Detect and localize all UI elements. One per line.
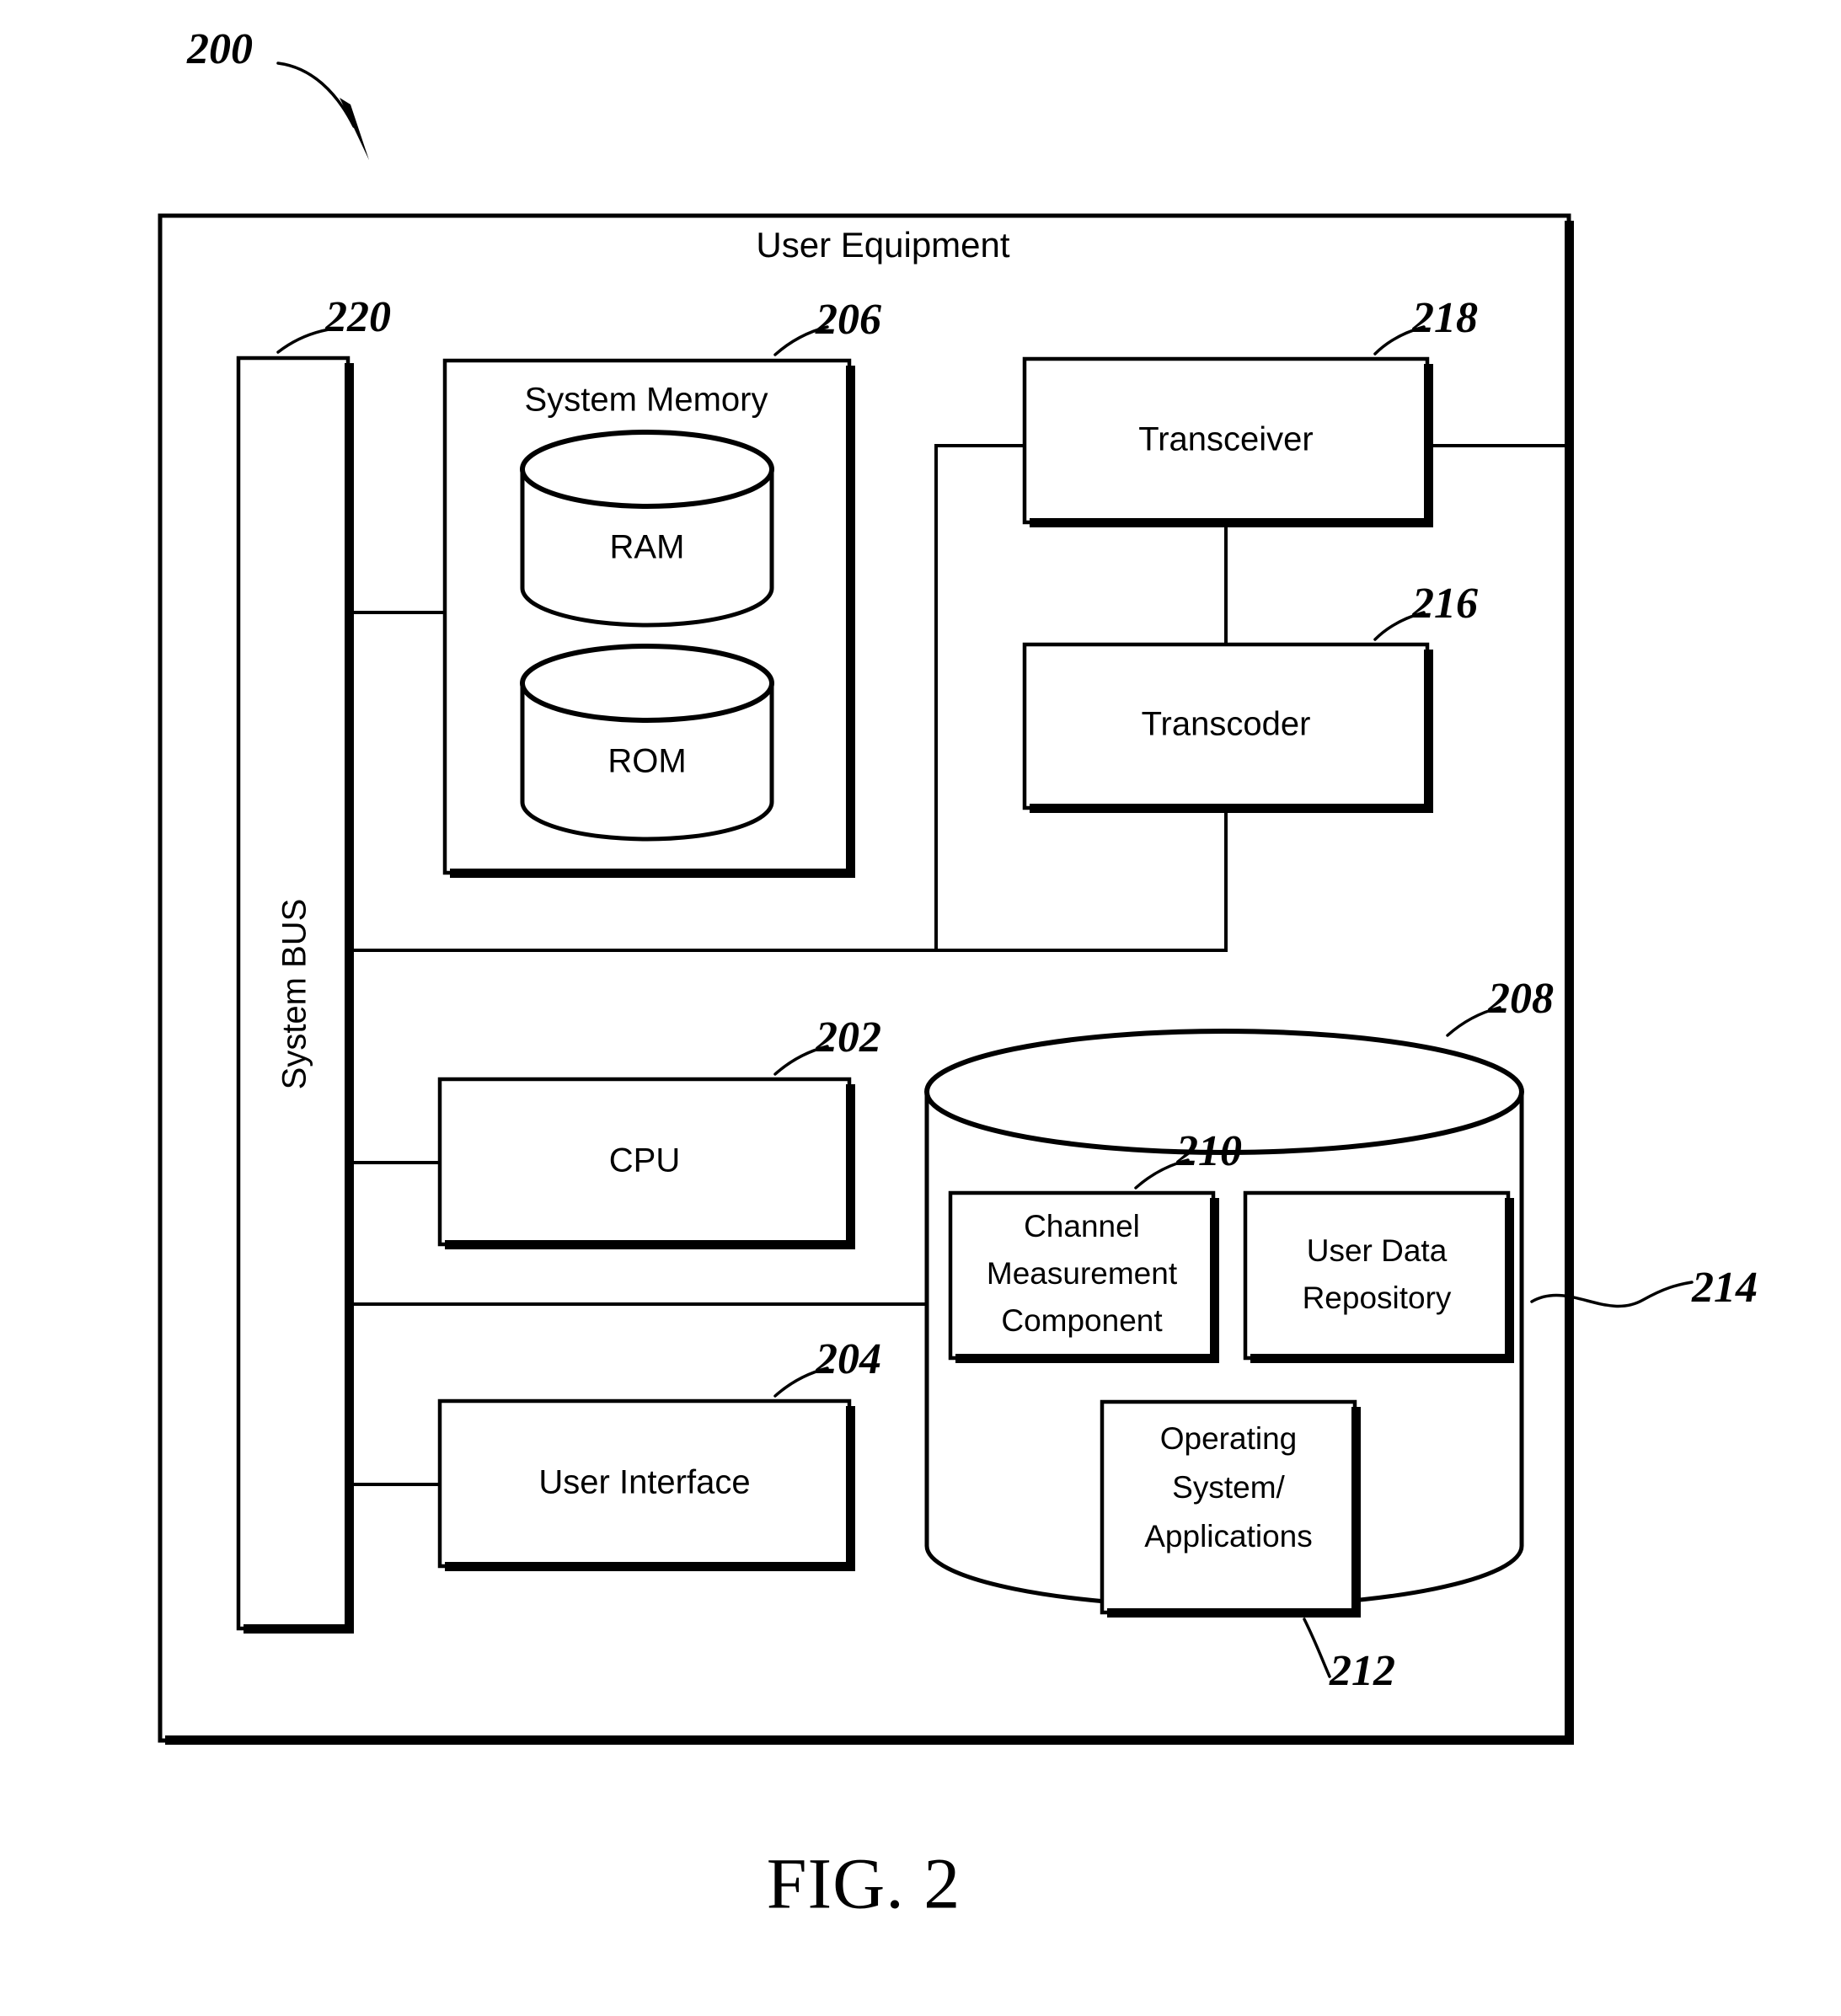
system-memory-label: System Memory (525, 382, 768, 419)
channel-measurement-shadow-bottom (955, 1354, 1218, 1363)
transcoder-shadow-bottom (1030, 804, 1432, 813)
user-data-repository-block: User Data Repository 214 (1243, 1190, 1758, 1363)
patent-figure: 200 User Equipment System BUS 220 System… (0, 0, 1841, 2016)
channel-measurement-line1: Channel (1024, 1209, 1140, 1243)
transceiver-label: Transceiver (1138, 421, 1313, 458)
operating-system-shadow-right (1351, 1407, 1361, 1618)
rom-label: ROM (607, 743, 686, 780)
ref-216-label: 216 (1411, 580, 1478, 628)
ref-210-label: 210 (1175, 1127, 1242, 1175)
ref-200-leader-line (276, 61, 356, 128)
user-equipment-box-shadow-bottom (165, 1735, 1574, 1745)
operating-system-line2: System/ (1172, 1470, 1285, 1505)
transcoder-label: Transcoder (1142, 706, 1311, 743)
ram-label: RAM (610, 529, 685, 566)
system-bus-shadow-right (345, 363, 354, 1634)
ref-208-label: 208 (1487, 975, 1554, 1023)
system-memory-shadow-right (846, 366, 855, 878)
figure-caption: FIG. 2 (767, 1843, 961, 1924)
system-memory-shadow-bottom (450, 869, 854, 878)
user-data-repository-box (1243, 1190, 1511, 1361)
system-bus-shadow-bottom (244, 1624, 353, 1634)
ref-206-label: 206 (815, 296, 881, 344)
user-data-repository-line1: User Data (1307, 1233, 1448, 1268)
system-memory-block: System Memory 206 RAM ROM (442, 296, 881, 878)
cpu-label: CPU (609, 1142, 680, 1179)
transcoder-shadow-right (1424, 650, 1433, 813)
ref-214-label: 214 (1691, 1264, 1758, 1312)
ref-204-label: 204 (815, 1335, 881, 1383)
user-data-repository-shadow-bottom (1250, 1354, 1513, 1363)
cpu-shadow-right (846, 1084, 855, 1249)
transceiver-shadow-right (1424, 364, 1433, 527)
user-interface-label: User Interface (538, 1464, 750, 1501)
channel-measurement-shadow-right (1210, 1198, 1219, 1363)
ref-200-label: 200 (186, 25, 253, 73)
rom-cylinder-top (520, 644, 774, 723)
ref-220-label: 220 (324, 293, 391, 341)
ref-200-arrowhead (340, 98, 369, 160)
user-equipment-title: User Equipment (756, 225, 1009, 265)
user-interface-shadow-bottom (445, 1562, 854, 1571)
rom-cylinder: ROM (520, 644, 774, 842)
system-bus-label: System BUS (276, 899, 313, 1090)
operating-system-shadow-bottom (1107, 1608, 1360, 1618)
ram-cylinder: RAM (520, 430, 774, 628)
ram-cylinder-top (520, 430, 774, 509)
ref-218-label: 218 (1411, 294, 1478, 342)
root-reference-callout: 200 (186, 25, 369, 160)
user-equipment-box-shadow-right (1565, 221, 1574, 1741)
transceiver-shadow-bottom (1030, 518, 1432, 527)
ref-202-label: 202 (815, 1013, 881, 1061)
channel-measurement-line3: Component (1001, 1303, 1163, 1338)
cpu-shadow-bottom (445, 1240, 854, 1249)
ref-212-label: 212 (1329, 1647, 1395, 1695)
user-interface-shadow-right (846, 1406, 855, 1571)
user-data-repository-shadow-right (1505, 1198, 1514, 1363)
operating-system-line1: Operating (1160, 1421, 1298, 1456)
channel-measurement-line2: Measurement (987, 1256, 1178, 1291)
operating-system-line3: Applications (1144, 1519, 1313, 1553)
user-data-repository-line2: Repository (1303, 1281, 1452, 1315)
